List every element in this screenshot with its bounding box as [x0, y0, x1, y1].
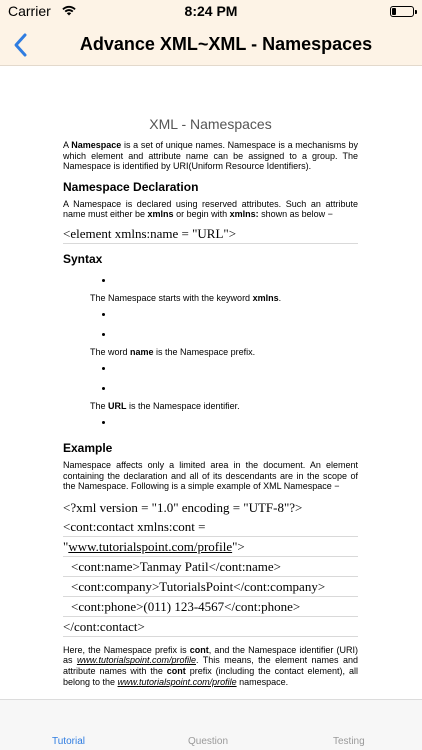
code-line: <cont:phone>(011) 123-4567</cont:phone>	[63, 597, 358, 617]
profile-link[interactable]: www.tutorialspoint.com/profile	[77, 655, 196, 665]
code-line: <cont:company>TutorialsPoint</cont:compa…	[63, 577, 358, 597]
closing-paragraph: Here, the Namespace prefix is cont, and …	[63, 644, 358, 687]
tab-tutorial[interactable]: Tutorial	[52, 736, 85, 747]
heading-syntax: Syntax	[63, 252, 103, 267]
list-bullet	[90, 413, 358, 433]
code-line: </cont:contact>	[63, 617, 358, 637]
list-bullet	[90, 271, 358, 291]
tab-bar: Tutorial Question Testing	[0, 699, 422, 750]
list-bullet	[90, 325, 358, 345]
example-code-block: <?xml version = "1.0" encoding = "UTF-8"…	[63, 498, 358, 637]
list-item: The URL is the Namespace identifier.	[90, 401, 240, 412]
code-line: <cont:contact xmlns:cont =	[63, 517, 358, 537]
example-paragraph: Namespace affects only a limited area in…	[63, 460, 358, 492]
list-item: The word name is the Namespace prefix.	[90, 347, 256, 358]
page-title: Advance XML~XML - Namespaces	[79, 34, 373, 54]
heading-namespace-declaration: Namespace Declaration	[63, 179, 199, 194]
declaration-paragraph: A Namespace is declared using reserved a…	[63, 198, 358, 220]
tab-testing[interactable]: Testing	[333, 736, 365, 747]
syntax-list: The Namespace starts with the keyword xm…	[90, 271, 358, 433]
nav-bar: Advance XML~XML - Namespaces	[0, 24, 422, 66]
declaration-code: <element xmlns:name = "URL">	[63, 224, 358, 245]
tab-question[interactable]: Question	[188, 736, 228, 747]
profile-link[interactable]: www.tutorialspoint.com/profile	[118, 677, 237, 687]
status-time: 8:24 PM	[184, 3, 238, 19]
intro-paragraph: A Namespace is a set of unique names. Na…	[63, 140, 358, 172]
list-item: The Namespace starts with the keyword xm…	[90, 293, 282, 304]
profile-link[interactable]: www.tutorialspoint.com/profile	[68, 539, 232, 554]
list-bullet	[90, 359, 358, 379]
back-button[interactable]	[6, 28, 38, 62]
chevron-left-icon	[14, 33, 27, 57]
code-line: "www.tutorialspoint.com/profile">	[63, 537, 358, 557]
heading-example: Example	[63, 441, 113, 456]
code-line: <cont:name>Tanmay Patil</cont:name>	[63, 557, 358, 577]
list-bullet	[90, 379, 358, 399]
battery-icon	[390, 6, 417, 17]
article-title: XML - Namespaces	[149, 116, 272, 132]
list-bullet	[90, 305, 358, 325]
code-line: <?xml version = "1.0" encoding = "UTF-8"…	[63, 499, 303, 515]
status-bar: Carrier 8:24 PM	[0, 0, 422, 24]
article-content: XML - Namespaces A Namespace is a set of…	[63, 116, 358, 687]
